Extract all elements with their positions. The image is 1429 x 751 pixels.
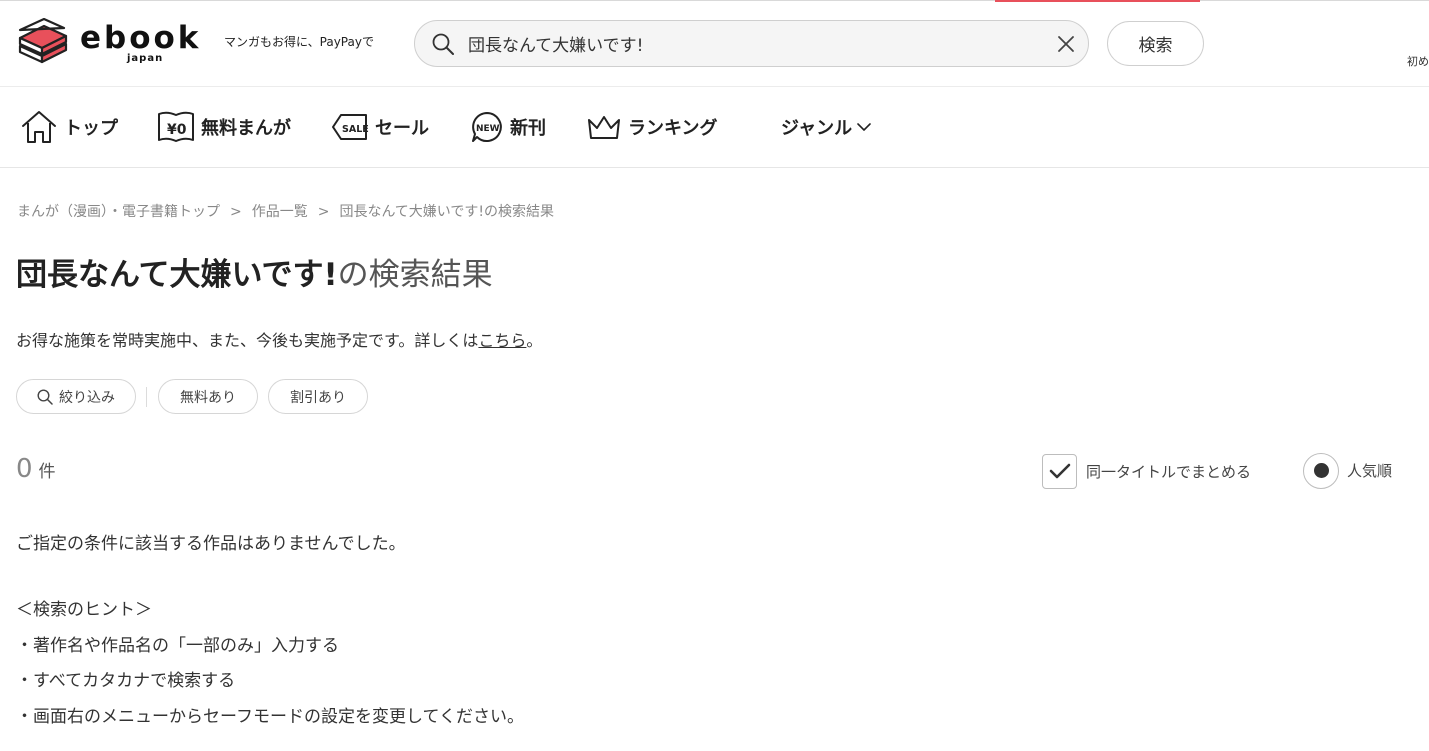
checkmark-icon xyxy=(1049,463,1070,479)
promo-notice-link[interactable]: こちら xyxy=(478,331,526,350)
group-titles-checkbox[interactable] xyxy=(1042,453,1077,489)
new-badge-icon: NEW xyxy=(472,112,502,142)
no-result-message: ご指定の条件に該当する作品はありませんでした。 xyxy=(16,534,406,554)
search-hint-item: ・すべてカタカナで検索する xyxy=(16,671,236,691)
breadcrumb: まんが（漫画）・電子書籍トップ > 作品一覧 > 団長なんて大嫌いです!の検索結果 xyxy=(17,201,554,221)
search-hints: ＜検索のヒント＞ ・著作名や作品名の「一部のみ」入力する ・すべてカタカナで検索… xyxy=(16,598,524,740)
clear-search-icon[interactable] xyxy=(1056,34,1076,54)
nav-label-free-manga: 無料まんが xyxy=(201,118,291,139)
sale-tag-icon: SALE xyxy=(332,114,369,140)
header-accent-line xyxy=(995,0,1200,2)
free-manga-icon: ¥0 xyxy=(158,111,194,142)
nav-label-top: トップ xyxy=(64,118,118,139)
home-icon xyxy=(22,111,56,143)
site-header: ebook japan マンガもお得に、PayPayで 検索 初め xyxy=(0,0,1429,87)
nav-item-genre[interactable]: ジャンル xyxy=(781,107,872,147)
nav-item-top[interactable]: トップ xyxy=(20,107,118,147)
search-icon xyxy=(37,388,53,405)
breadcrumb-item-current: 団長なんて大嫌いです!の検索結果 xyxy=(339,204,554,220)
book-stack-logo-icon xyxy=(18,18,68,64)
search-input[interactable] xyxy=(468,30,1038,57)
radio-selected-dot xyxy=(1313,463,1329,478)
search-box xyxy=(414,20,1089,67)
refine-filter-button[interactable]: 絞り込み xyxy=(16,379,136,414)
logo-subtext: japan xyxy=(127,53,164,64)
discount-filter-chip[interactable]: 割引あり xyxy=(268,379,368,414)
search-hints-heading: ＜検索のヒント＞ xyxy=(16,600,152,620)
refine-filter-label: 絞り込み xyxy=(59,389,115,406)
group-titles-label: 同一タイトルでまとめる xyxy=(1086,462,1252,481)
nav-label-ranking: ランキング xyxy=(628,118,718,139)
search-button[interactable]: 検索 xyxy=(1107,21,1204,66)
promo-notice-text: お得な施策を常時実施中、また、今後も実施予定です。詳しくは xyxy=(16,331,479,350)
nav-item-new[interactable]: NEW 新刊 xyxy=(470,107,546,147)
main-nav: トップ ¥0 無料まんが SALE セール NEW 新刊 ランキング ジャンル xyxy=(0,87,1429,168)
header-tagline: マンガもお得に、PayPayで xyxy=(224,35,374,49)
chevron-down-icon xyxy=(857,123,871,131)
breadcrumb-item-works[interactable]: 作品一覧 xyxy=(252,204,308,220)
svg-text:¥0: ¥0 xyxy=(167,122,187,138)
search-icon xyxy=(432,33,454,55)
free-filter-label: 無料あり xyxy=(180,389,236,406)
svg-text:SALE: SALE xyxy=(342,124,369,135)
page-title-query: 団長なんて大嫌いです! xyxy=(16,257,338,293)
sort-popular-radio[interactable] xyxy=(1303,452,1339,489)
svg-text:NEW: NEW xyxy=(476,124,500,134)
sort-popular-option[interactable]: 人気順 xyxy=(1303,452,1392,489)
result-count: 0件 xyxy=(16,454,56,484)
promo-notice: お得な施策を常時実施中、また、今後も実施予定です。詳しくはこちら。 xyxy=(16,327,542,351)
breadcrumb-item-home[interactable]: まんが（漫画）・電子書籍トップ xyxy=(17,204,220,220)
group-titles-toggle[interactable]: 同一タイトルでまとめる xyxy=(1042,453,1251,489)
search-hint-item: ・著作名や作品名の「一部のみ」入力する xyxy=(16,635,339,656)
page-title-suffix: の検索結果 xyxy=(337,257,493,293)
nav-label-genre: ジャンル xyxy=(781,118,853,139)
free-filter-chip[interactable]: 無料あり xyxy=(158,379,258,414)
ebookjapan-logo[interactable]: ebook japan xyxy=(18,18,210,68)
header-top-border xyxy=(0,0,1429,1)
filter-divider xyxy=(146,387,147,407)
result-count-unit: 件 xyxy=(38,462,56,482)
nav-item-ranking[interactable]: ランキング xyxy=(586,107,717,147)
search-hint-item: ・画面右のメニューからセーフモードの設定を変更してください。 xyxy=(16,706,524,727)
nav-label-new: 新刊 xyxy=(510,118,546,139)
page-title: 団長なんて大嫌いです!の検索結果 xyxy=(16,253,493,297)
crown-icon xyxy=(588,116,620,139)
sort-popular-label: 人気順 xyxy=(1347,462,1393,480)
header-right-link[interactable]: 初め xyxy=(1407,53,1429,69)
nav-item-free-manga[interactable]: ¥0 無料まんが xyxy=(157,107,291,147)
breadcrumb-separator: > xyxy=(230,204,242,220)
logo-wordmark: ebook xyxy=(80,20,202,56)
result-count-number: 0 xyxy=(16,454,33,484)
nav-item-sale[interactable]: SALE セール xyxy=(331,107,429,147)
nav-label-sale: セール xyxy=(375,118,429,139)
discount-filter-label: 割引あり xyxy=(290,389,346,406)
promo-notice-end: 。 xyxy=(526,331,543,350)
breadcrumb-separator: > xyxy=(317,204,330,220)
